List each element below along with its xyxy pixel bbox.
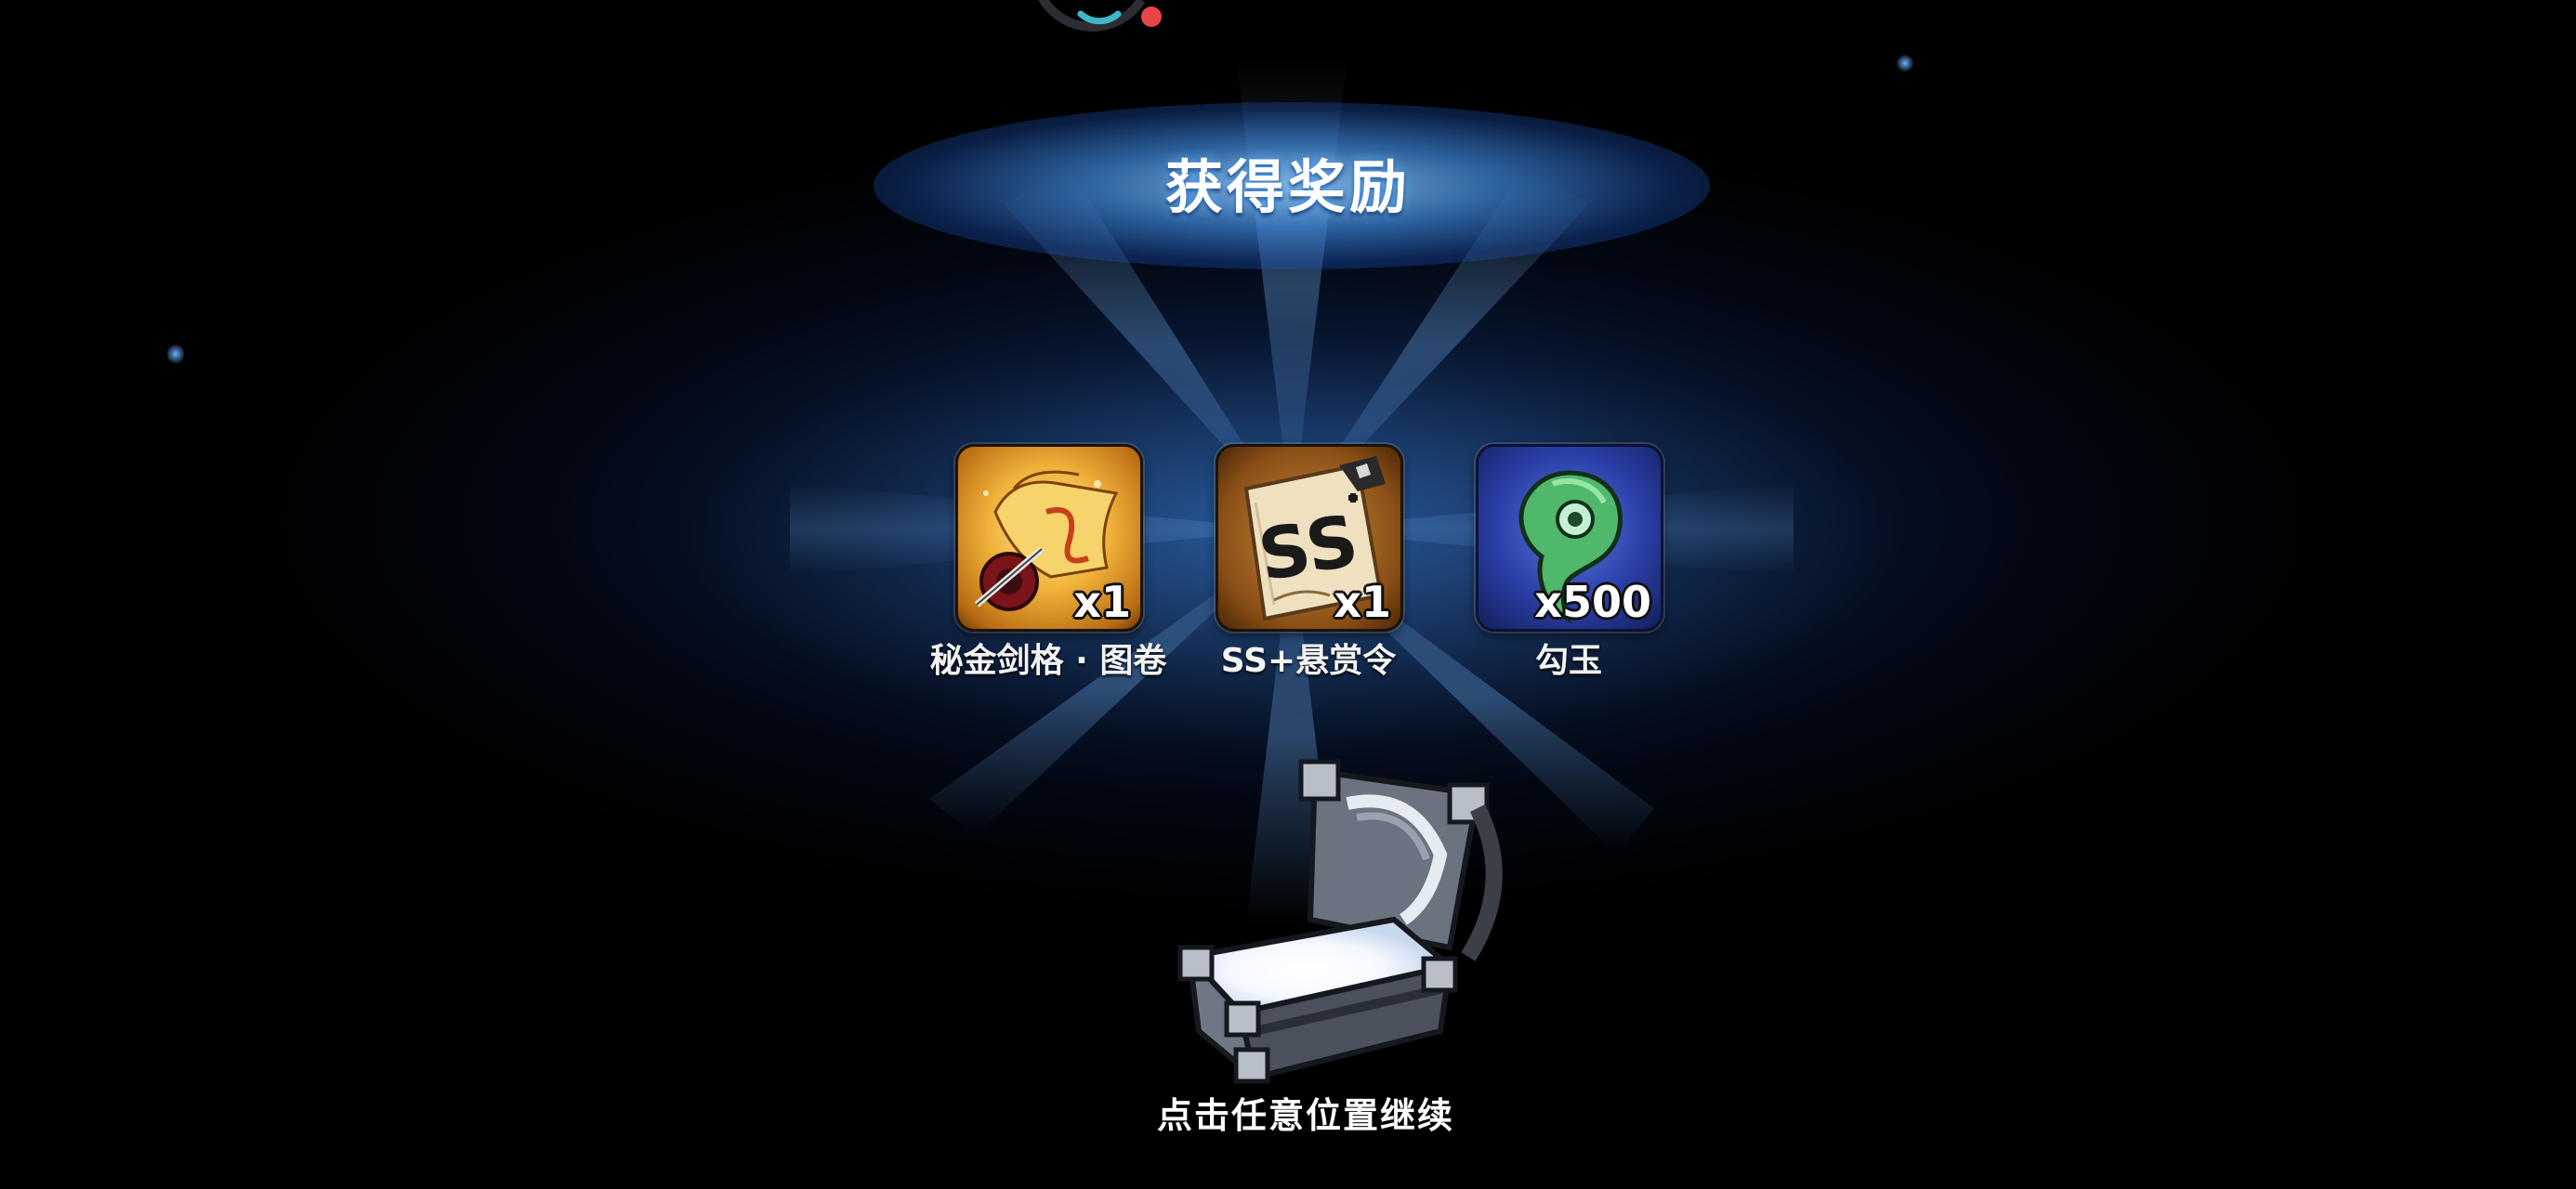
reward-count: x500: [1534, 577, 1651, 627]
bounty-order-icon: SS x1: [1216, 444, 1403, 632]
reward-count: x1: [1073, 577, 1131, 627]
reward-item[interactable]: x1 秘金剑格 · 图卷: [930, 444, 1166, 680]
loading-ring-icon: [1038, 0, 1162, 32]
reward-count: x1: [1334, 577, 1391, 627]
sparkle: [167, 342, 184, 366]
reward-item[interactable]: SS x1 SS+悬赏令: [1216, 444, 1403, 680]
reward-name: 秘金剑格 · 图卷: [929, 642, 1167, 680]
reward-name: 勾玉: [1534, 642, 1602, 680]
continue-hint: 点击任意位置继续: [1156, 1095, 1454, 1136]
open-treasure-chest-icon: [1177, 759, 1503, 1085]
page-title: 获得奖励: [1164, 153, 1411, 221]
reward-name: SS+悬赏令: [1220, 642, 1397, 680]
reward-item[interactable]: x500 勾玉: [1476, 444, 1663, 680]
golden-scroll-icon: x1: [955, 444, 1143, 632]
reward-screen[interactable]: 获得奖励 x1 秘金剑格 · 图卷 SS x1 SS+悬赏令 x500 勾玉 点…: [0, 0, 2576, 1189]
magatama-icon: x500: [1476, 444, 1663, 632]
sparkle: [1896, 54, 1914, 72]
